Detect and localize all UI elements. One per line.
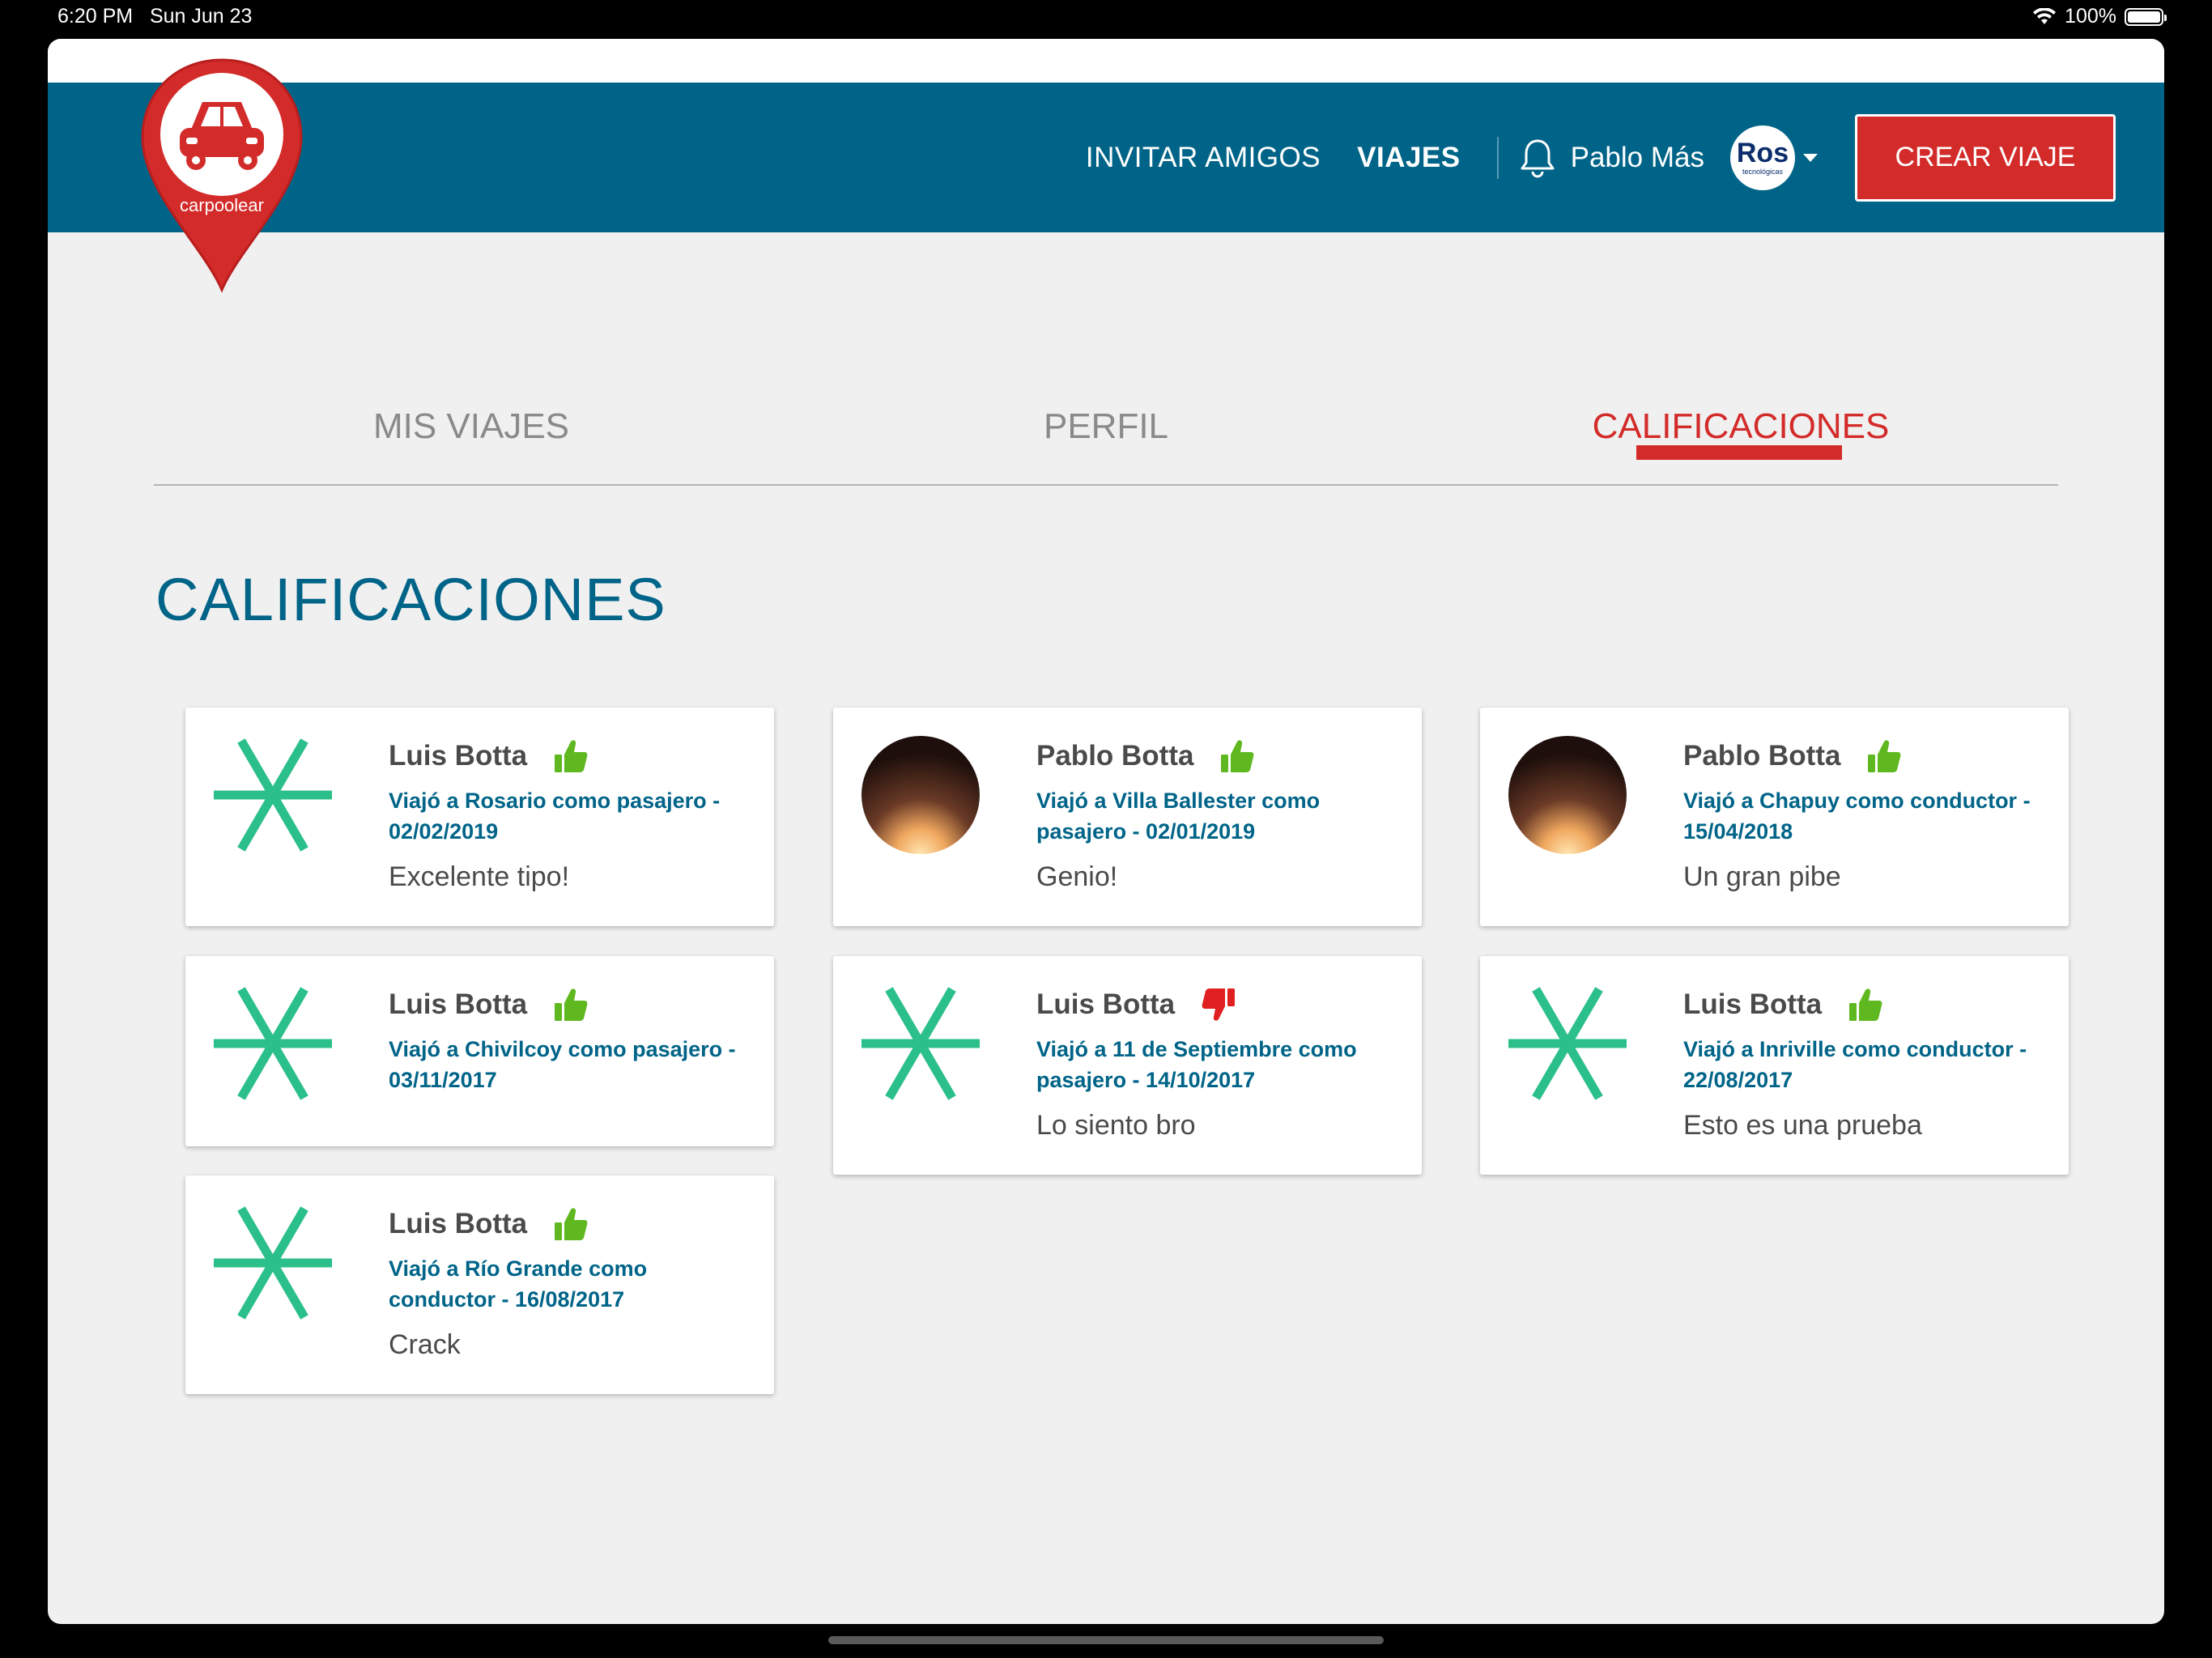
rating-comment: Lo siento bro [1036,1110,1196,1141]
status-time: 6:20 PM Sun Jun 23 [57,5,252,28]
status-time-text: 6:20 PM [57,5,134,28]
rater-name-text: Luis Botta [1036,988,1176,1020]
trip-description: Viajó a Chivilcoy como pasajero - 03/11/… [389,1037,736,1092]
rating-card: Luis Botta Viajó a 11 de Septiembre como… [833,956,1422,1175]
rating-body: Luis Botta Viajó a Río Grande como condu… [389,1206,742,1361]
top-navbar: INVITAR AMIGOS VIAJES Pablo Más Ros tecn… [48,83,2164,232]
avatar-text: Ros [1736,138,1789,168]
asterisk-avatar-icon [861,987,980,1100]
thumbs-up-icon [555,1208,588,1240]
window-top-strip [48,39,2164,83]
avatar [861,984,980,1103]
nav-trips[interactable]: VIAJES [1357,142,1461,174]
tab-profile[interactable]: PERFIL [789,406,1423,447]
nav-invite-friends[interactable]: INVITAR AMIGOS [1086,142,1321,174]
trip-description: Viajó a Río Grande como conductor - 16/0… [389,1256,648,1312]
rater-name: Pablo Botta [1036,738,1389,774]
rating-comment: Crack [389,1329,461,1360]
chevron-down-icon[interactable] [1803,153,1818,162]
battery-percent: 100% [2065,5,2116,28]
status-date-text: Sun Jun 23 [149,5,253,28]
logo-text: carpoolear [180,195,264,215]
trip-description: Viajó a 11 de Septiembre como pasajero -… [1036,1037,1357,1092]
tab-my-trips[interactable]: MIS VIAJES [154,406,789,447]
rating-card: Pablo Botta Viajó a Chapuy como conducto… [1480,708,2069,926]
profile-photo-avatar [861,736,980,854]
rating-body: Pablo Botta Viajó a Villa Ballester como… [1036,738,1389,893]
rating-comment: Genio! [1036,861,1118,892]
user-avatar[interactable]: Ros tecnológicas [1730,125,1795,190]
trip-description: Viajó a Inriville como conductor - 22/08… [1683,1037,2027,1092]
thumbs-up-icon [555,988,588,1021]
rating-comment: Un gran pibe [1683,861,1841,892]
rating-body: Pablo Botta Viajó a Chapuy como conducto… [1683,738,2036,893]
avatar-subtext: tecnológicas [1742,168,1784,176]
asterisk-avatar-icon [214,1206,332,1320]
rating-comment: Esto es una prueba [1683,1110,1922,1141]
avatar [861,736,980,854]
asterisk-avatar-icon [214,987,332,1100]
rating-card: Luis Botta Viajó a Chivilcoy como pasaje… [185,956,774,1146]
trip-description: Viajó a Rosario como pasajero - 02/02/20… [389,789,721,844]
page-title: CALIFICACIONES [155,566,666,633]
bell-icon[interactable] [1519,138,1556,178]
thumbs-up-icon [1221,740,1254,772]
carpoolear-logo[interactable]: carpoolear [133,53,311,296]
thumbs-up-icon [1849,988,1882,1021]
rater-name: Pablo Botta [1683,738,2036,774]
rater-name-text: Pablo Botta [1036,740,1194,772]
rating-body: Luis Botta Viajó a 11 de Septiembre como… [1036,987,1389,1141]
profile-tabs: MIS VIAJES PERFIL CALIFICACIONES [154,387,2058,486]
asterisk-avatar-icon [214,738,332,852]
rater-name-text: Pablo Botta [1683,740,1841,772]
thumbs-up-icon [555,740,588,772]
profile-photo-avatar [1508,736,1627,854]
create-trip-button[interactable]: CREAR VIAJE [1855,113,2116,202]
thumbs-up-icon [1868,740,1901,772]
app-window: INVITAR AMIGOS VIAJES Pablo Más Ros tecn… [48,39,2164,1624]
nav-items: INVITAR AMIGOS VIAJES Pablo Más Ros tecn… [1086,83,2116,232]
rater-name: Luis Botta [389,738,742,774]
rater-name: Luis Botta [389,987,742,1022]
nav-separator [1496,136,1499,179]
rater-name-text: Luis Botta [389,988,528,1020]
avatar [1508,984,1627,1103]
rater-name-text: Luis Botta [389,1208,528,1239]
rater-name: Luis Botta [389,1206,742,1242]
rating-comment: Excelente tipo! [389,861,570,892]
home-indicator[interactable] [828,1636,1384,1644]
wifi-icon [2033,7,2057,24]
rater-name: Luis Botta [1683,987,2036,1022]
avatar [214,736,332,854]
rating-body: Luis Botta Viajó a Inriville como conduc… [1683,987,2036,1141]
thumbs-down-icon [1202,988,1236,1021]
status-bar: 6:20 PM Sun Jun 23 100% [0,0,2212,37]
avatar [214,984,332,1103]
trip-description: Viajó a Villa Ballester como pasajero - … [1036,789,1321,844]
trip-description: Viajó a Chapuy como conductor - 15/04/20… [1683,789,2031,844]
rater-name: Luis Botta [1036,987,1389,1022]
asterisk-avatar-icon [1508,987,1627,1100]
rating-card: Luis Botta Viajó a Inriville como conduc… [1480,956,2069,1175]
rater-name-text: Luis Botta [1683,988,1823,1020]
rating-card: Luis Botta Viajó a Rosario como pasajero… [185,708,774,926]
rater-name-text: Luis Botta [389,740,528,772]
active-tab-indicator [1636,445,1842,460]
rating-card: Luis Botta Viajó a Río Grande como condu… [185,1175,774,1394]
rating-card: Pablo Botta Viajó a Villa Ballester como… [833,708,1422,926]
status-right: 100% [2032,5,2167,28]
rating-body: Luis Botta Viajó a Rosario como pasajero… [389,738,742,893]
user-name[interactable]: Pablo Más [1571,142,1704,174]
avatar [214,1204,332,1322]
battery-icon [2125,7,2167,26]
tab-ratings[interactable]: CALIFICACIONES [1423,406,2058,447]
rating-body: Luis Botta Viajó a Chivilcoy como pasaje… [389,987,742,1110]
avatar [1508,736,1627,854]
